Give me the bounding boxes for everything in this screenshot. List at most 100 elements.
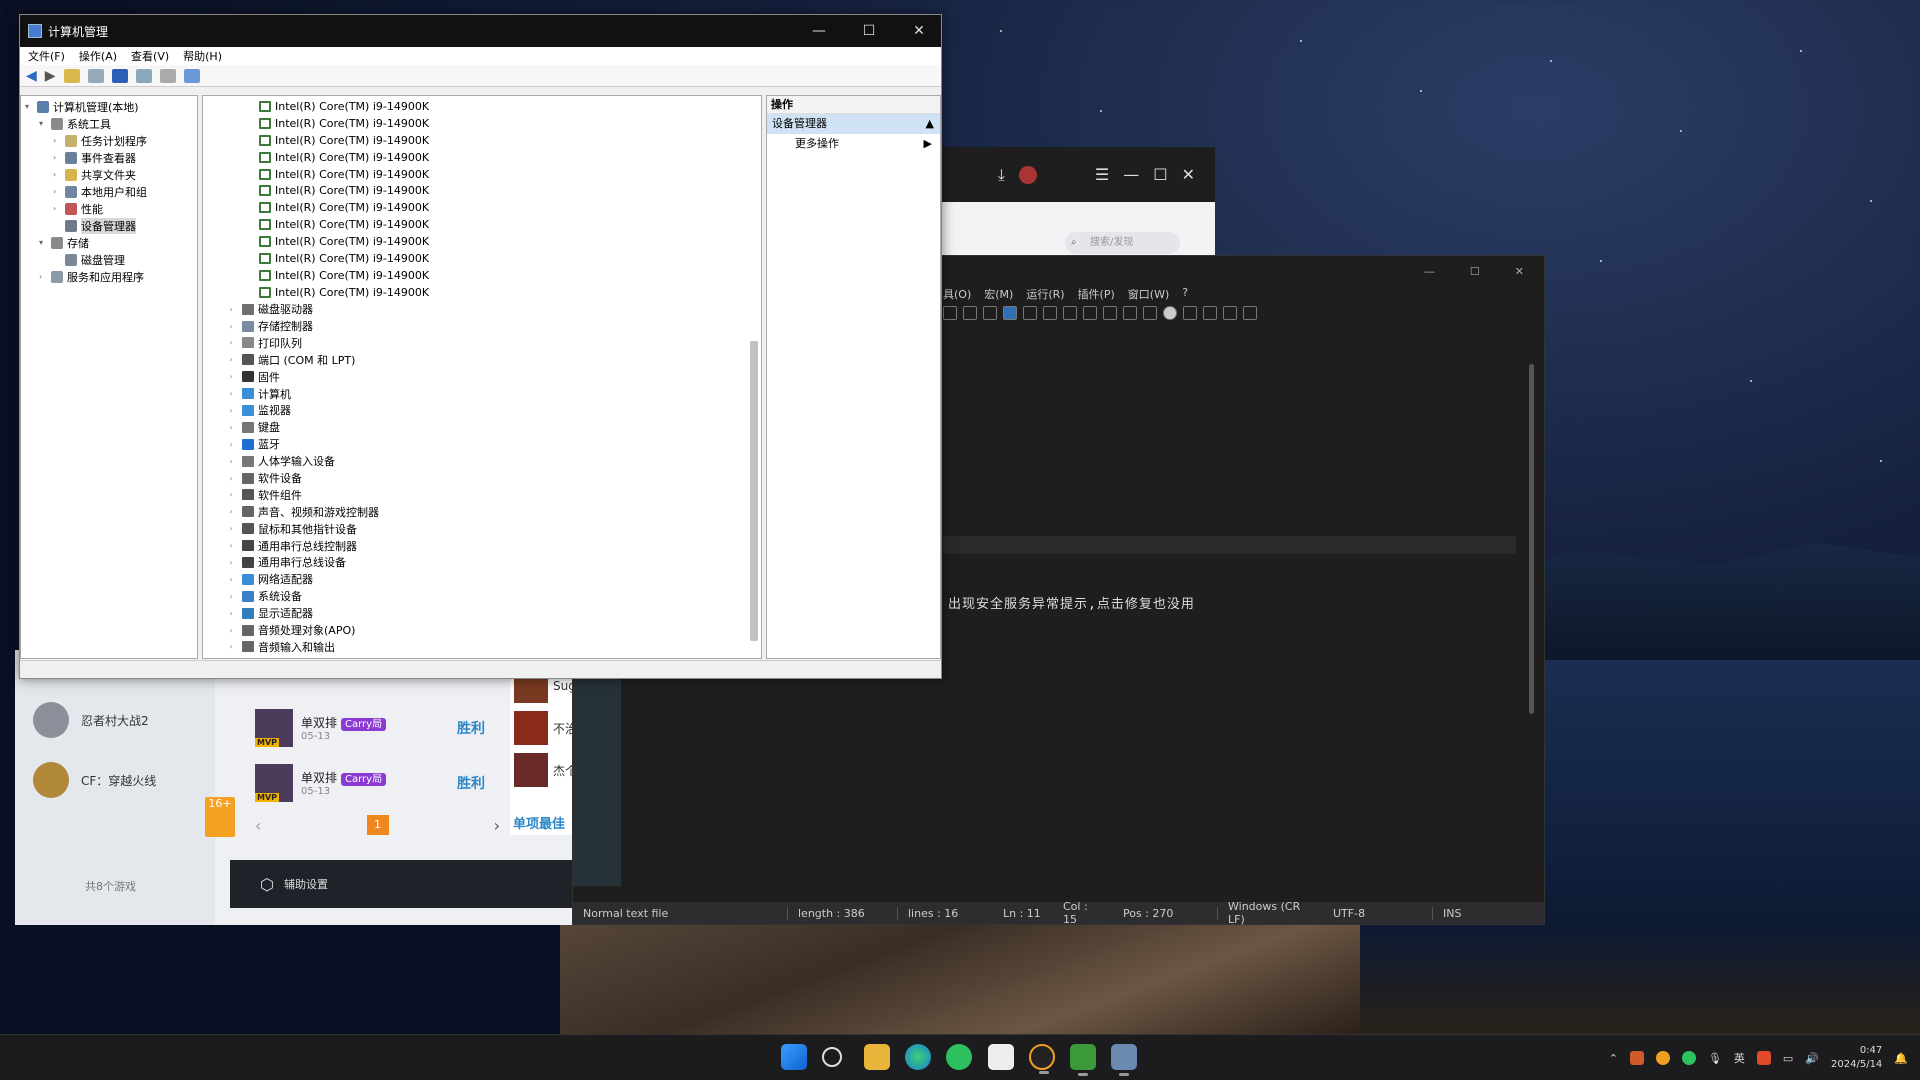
forward-arrow-icon[interactable]: ▶ [45,68,56,84]
processor-item[interactable]: Intel(R) Core(TM) i9-14900K [203,199,761,216]
tree-node[interactable]: › 服务和应用程序 [21,268,197,285]
next-page-button[interactable]: › [494,816,500,835]
minimize-icon[interactable]: — [1424,265,1435,278]
tree-node[interactable]: ▾ 存储 [21,234,197,251]
tree-node[interactable]: ▾ 系统工具 [21,115,197,132]
processor-item[interactable]: Intel(R) Core(TM) i9-14900K [203,98,761,115]
chevron-right-icon[interactable]: › [227,440,235,449]
chevron-right-icon[interactable]: › [227,575,235,584]
tray-game-icon[interactable] [1655,1051,1670,1065]
processor-item[interactable]: Intel(R) Core(TM) i9-14900K [203,115,761,132]
minimize-icon[interactable]: — [1123,165,1139,184]
chevron-right-icon[interactable]: › [227,322,235,331]
minimize-button[interactable]: — [797,23,841,39]
device-category[interactable]: › 鼠标和其他指针设备 [203,520,761,537]
toolbar-button[interactable] [1043,306,1057,320]
device-category[interactable]: › 系统设备 [203,588,761,605]
toolbar-button[interactable] [1003,306,1017,320]
start-icon[interactable] [781,1044,807,1070]
sidebar-game-item[interactable]: 忍者村大战2 [33,700,208,740]
properties-icon[interactable] [135,68,152,83]
record-macro-icon[interactable] [1163,306,1177,320]
menu-file[interactable]: 文件(F) [28,48,65,64]
volume-icon[interactable]: 🔊 [1805,1052,1819,1065]
tray-ime-icon[interactable] [1756,1051,1771,1065]
menu-icon[interactable]: ☰ [1095,165,1109,184]
more-actions[interactable]: 更多操作 ▶ [767,134,940,154]
tree-node[interactable]: › 性能 [21,200,197,217]
processor-item[interactable]: Intel(R) Core(TM) i9-14900K [203,267,761,284]
device-category[interactable]: › 固件 [203,368,761,385]
chevron-right-icon[interactable]: › [227,490,235,499]
up-folder-icon[interactable] [63,68,80,83]
device-category[interactable]: › 键盘 [203,419,761,436]
chevron-right-icon[interactable]: › [227,474,235,483]
tree-node[interactable]: › 任务计划程序 [21,132,197,149]
device-category[interactable]: › 计算机 [203,385,761,402]
collapse-icon[interactable]: ▲ [926,114,934,134]
tree-node[interactable]: ▾ 计算机管理(本地) [21,98,197,115]
chevron-right-icon[interactable]: › [227,507,235,516]
avatar[interactable] [1018,165,1037,184]
processor-item[interactable]: Intel(R) Core(TM) i9-14900K [203,166,761,183]
assist-settings-bar[interactable]: ⬡ 辅助设置 [230,860,590,908]
stop-icon[interactable] [1183,306,1197,320]
maximize-icon[interactable]: ☐ [1153,165,1167,184]
chevron-right-icon[interactable]: › [53,153,61,162]
toolbar-button[interactable] [963,306,977,320]
chevron-right-icon[interactable]: › [53,170,61,179]
processor-item[interactable]: Intel(R) Core(TM) i9-14900K [203,149,761,166]
qq-icon[interactable] [988,1044,1014,1070]
processor-item[interactable]: Intel(R) Core(TM) i9-14900K [203,132,761,149]
microphone-icon[interactable]: 🎙 [1708,1052,1722,1065]
toolbar-button[interactable] [1083,306,1097,320]
vertical-scrollbar[interactable] [1529,364,1534,714]
save-macro-icon[interactable] [1243,306,1257,320]
sidebar-game-item[interactable]: CF：穿越火线 [33,760,208,800]
tree-node[interactable]: › 共享文件夹 [21,166,197,183]
close-icon[interactable]: ✕ [1515,265,1524,278]
help-icon[interactable] [111,68,128,83]
device-category[interactable]: › 音频处理对象(APO) [203,622,761,639]
toolbar-button[interactable] [1103,306,1117,320]
tree-node[interactable]: › 事件查看器 [21,149,197,166]
menu-help[interactable]: 帮助(H) [183,48,222,64]
device-category[interactable]: › 存储控制器 [203,318,761,335]
chevron-up-icon[interactable]: ⌃ [1609,1052,1618,1065]
edge-icon[interactable] [905,1044,931,1070]
single-best-tab[interactable]: 单项最佳 [513,813,565,832]
processor-item[interactable]: Intel(R) Core(TM) i9-14900K [203,216,761,233]
chevron-down-icon[interactable]: ▾ [39,238,47,247]
tray-wechat-icon[interactable] [1681,1051,1696,1065]
device-category[interactable]: › 软件组件 [203,486,761,503]
editor-text-line[interactable]: 出现安全服务异常提示,点击修复也没用 [948,593,1195,612]
chevron-right-icon[interactable]: › [227,406,235,415]
tree-node[interactable]: › 本地用户和组 [21,183,197,200]
close-icon[interactable]: ✕ [1182,165,1195,184]
chevron-right-icon[interactable]: › [227,524,235,533]
device-category[interactable]: › 音频输入和输出 [203,639,761,656]
game-client-icon[interactable] [1029,1044,1055,1074]
chevron-right-icon[interactable]: › [227,642,235,651]
search-input[interactable]: ⌕ 搜索/发现 [1065,232,1180,254]
device-category[interactable]: › 监视器 [203,402,761,419]
chevron-right-icon[interactable]: › [53,204,61,213]
notepad-icon[interactable] [1070,1044,1096,1076]
maximize-icon[interactable]: ☐ [1470,265,1480,278]
network-icon[interactable]: ▭ [1783,1052,1793,1065]
close-button[interactable]: ✕ [897,23,941,39]
fast-forward-icon[interactable] [1223,306,1237,320]
toolbar-button[interactable] [983,306,997,320]
menu-plugins[interactable]: 插件(P) [1078,286,1115,302]
chevron-right-icon[interactable]: › [227,609,235,618]
page-number[interactable]: 1 [366,815,389,835]
menu-view[interactable]: 查看(V) [131,48,169,64]
chevron-right-icon[interactable]: › [39,272,47,281]
chevron-right-icon[interactable]: › [227,305,235,314]
toolbar-button[interactable] [1143,306,1157,320]
chevron-right-icon[interactable]: › [227,592,235,601]
tree-node[interactable]: 磁盘管理 [21,251,197,268]
device-category[interactable]: › 蓝牙 [203,436,761,453]
toolbar-button[interactable] [943,306,957,320]
maximize-button[interactable]: ☐ [847,23,891,39]
